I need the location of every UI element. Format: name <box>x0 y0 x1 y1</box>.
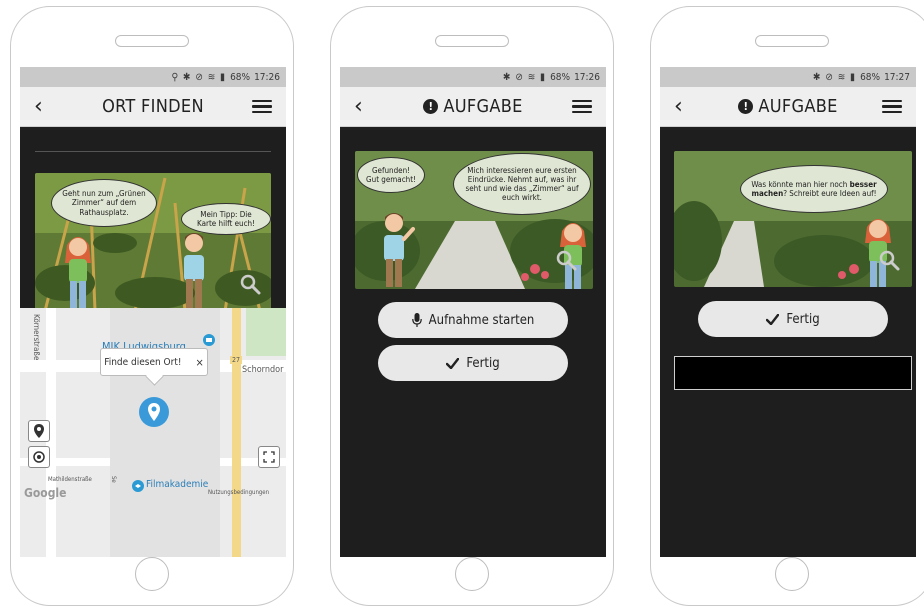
back-icon[interactable]: ‹ <box>674 94 694 119</box>
magnifier-icon[interactable] <box>878 249 900 271</box>
app-bar: ‹ ! AUFGABE <box>660 87 916 127</box>
map-park <box>246 308 286 356</box>
road-number: 27 <box>230 356 243 364</box>
boy-character <box>184 233 204 309</box>
popup-text: Finde diesen Ort! <box>104 356 182 368</box>
battery-level: 68% <box>550 71 571 83</box>
google-logo: Google <box>24 486 67 500</box>
magnifier-icon[interactable] <box>239 273 261 295</box>
hamburger-menu-icon[interactable] <box>251 97 272 117</box>
home-button[interactable] <box>135 557 169 591</box>
speaker-grille <box>115 35 189 47</box>
info-icon: ! <box>738 99 754 114</box>
home-button[interactable] <box>455 557 489 591</box>
map-street-label: Mathildenstraße <box>48 476 92 483</box>
map-marker-icon[interactable] <box>138 396 170 430</box>
check-icon <box>446 357 460 369</box>
screen-1: ⚲ ✱ ⊘ ≋ ▮ 68% 17:26 ‹ ORT FINDEN Geht nu… <box>20 67 286 557</box>
page-title-text: AUFGABE <box>758 96 838 117</box>
done-button[interactable]: Fertig <box>698 301 888 337</box>
done-label: Fertig <box>466 355 500 371</box>
terms-link[interactable]: Nutzungsbedingungen <box>208 489 269 496</box>
phone-frame-3: ✱ ⊘ ≋ ▮ 68% 17:27 ‹ ! AUFGABE Was könnte… <box>650 6 924 606</box>
speech-bubble-1: Gefunden! Gut gemacht! <box>357 157 425 193</box>
page-title: ! AUFGABE <box>738 96 837 117</box>
status-icons: ✱ ⊘ ≋ ▮ <box>812 71 857 83</box>
map-view[interactable]: Körnerstraße MIK Ludwigsburg 27 Schorndo… <box>20 308 286 557</box>
phone-frame-2: ✱ ⊘ ≋ ▮ 68% 17:26 ‹ ! AUFGABE Gefunden! … <box>330 6 614 606</box>
museum-icon <box>203 334 215 346</box>
map-road-major <box>232 308 241 557</box>
screen-3: ✱ ⊘ ≋ ▮ 68% 17:27 ‹ ! AUFGABE Was könnte… <box>660 67 916 557</box>
crosshair-icon <box>33 451 45 463</box>
phone-frame-1: ⚲ ✱ ⊘ ≋ ▮ 68% 17:26 ‹ ORT FINDEN Geht nu… <box>10 6 294 606</box>
story-illustration: Gefunden! Gut gemacht! Mich interessiere… <box>355 151 593 289</box>
bubble-text-a: Was könnte man hier noch <box>751 179 848 189</box>
magnifier-icon[interactable] <box>555 249 577 271</box>
speech-bubble-1: Was könnte man hier noch besser machen? … <box>740 165 888 213</box>
map-street-label: Körnerstraße <box>32 314 41 361</box>
app-bar: ‹ ! AUFGABE <box>340 87 606 127</box>
close-icon[interactable]: × <box>195 356 203 369</box>
story-illustration: Geht nun zum „Grünen Zimmer“ auf dem Rat… <box>35 173 271 311</box>
map-street-label: Schorndor <box>242 365 284 375</box>
speech-bubble-1: Geht nun zum „Grünen Zimmer“ auf dem Rat… <box>51 179 157 227</box>
location-pin-button[interactable] <box>28 420 50 442</box>
hamburger-menu-icon[interactable] <box>572 97 592 117</box>
done-button[interactable]: Fertig <box>378 345 568 381</box>
status-bar: ✱ ⊘ ≋ ▮ 68% 17:27 <box>660 67 916 87</box>
info-icon: ! <box>423 99 439 114</box>
check-icon <box>766 313 780 325</box>
status-bar: ✱ ⊘ ≋ ▮ 68% 17:26 <box>340 67 606 87</box>
school-icon <box>132 480 144 492</box>
status-icons: ⚲ ✱ ⊘ ≋ ▮ <box>171 71 227 83</box>
status-icons: ✱ ⊘ ≋ ▮ <box>502 71 547 83</box>
page-title: ORT FINDEN <box>102 96 204 117</box>
hamburger-menu-icon[interactable] <box>882 97 902 117</box>
girl-character <box>65 237 91 309</box>
bubble-text-c: ? Schreibt eure Ideen auf! <box>783 189 877 198</box>
bubble-text: Was könnte man hier noch besser machen? … <box>749 180 879 198</box>
clock: 17:26 <box>254 71 280 83</box>
speaker-grille <box>755 35 829 47</box>
fullscreen-button[interactable] <box>258 446 280 468</box>
page-title: ! AUFGABE <box>423 96 522 117</box>
start-recording-label: Aufnahme starten <box>428 312 535 328</box>
back-icon[interactable]: ‹ <box>354 94 374 119</box>
boy-character <box>384 213 415 287</box>
screen-2: ✱ ⊘ ≋ ▮ 68% 17:26 ‹ ! AUFGABE Gefunden! … <box>340 67 606 557</box>
pin-icon <box>34 424 44 438</box>
clock: 17:26 <box>574 71 600 83</box>
battery-level: 68% <box>230 71 251 83</box>
start-recording-button[interactable]: Aufnahme starten <box>378 302 568 338</box>
status-bar: ⚲ ✱ ⊘ ≋ ▮ 68% 17:26 <box>20 67 286 87</box>
back-icon[interactable]: ‹ <box>34 94 54 119</box>
story-illustration: Was könnte man hier noch besser machen? … <box>674 151 912 287</box>
clock: 17:27 <box>884 71 910 83</box>
home-button[interactable] <box>775 557 809 591</box>
map-poi-label[interactable]: Filmakademie <box>146 479 208 490</box>
idea-text-input[interactable] <box>674 356 912 390</box>
done-label: Fertig <box>786 311 820 327</box>
fullscreen-icon <box>263 451 275 463</box>
speaker-grille <box>435 35 509 47</box>
microphone-icon <box>411 313 422 327</box>
speech-bubble-2: Mich interessieren eure ersten Eindrücke… <box>453 153 591 215</box>
map-street-label: Se <box>110 476 117 483</box>
map-popup: Finde diesen Ort! × <box>100 348 208 376</box>
divider <box>35 151 271 152</box>
app-bar: ‹ ORT FINDEN <box>20 87 286 127</box>
my-location-button[interactable] <box>28 446 50 468</box>
page-title-text: AUFGABE <box>443 96 523 117</box>
battery-level: 68% <box>860 71 881 83</box>
